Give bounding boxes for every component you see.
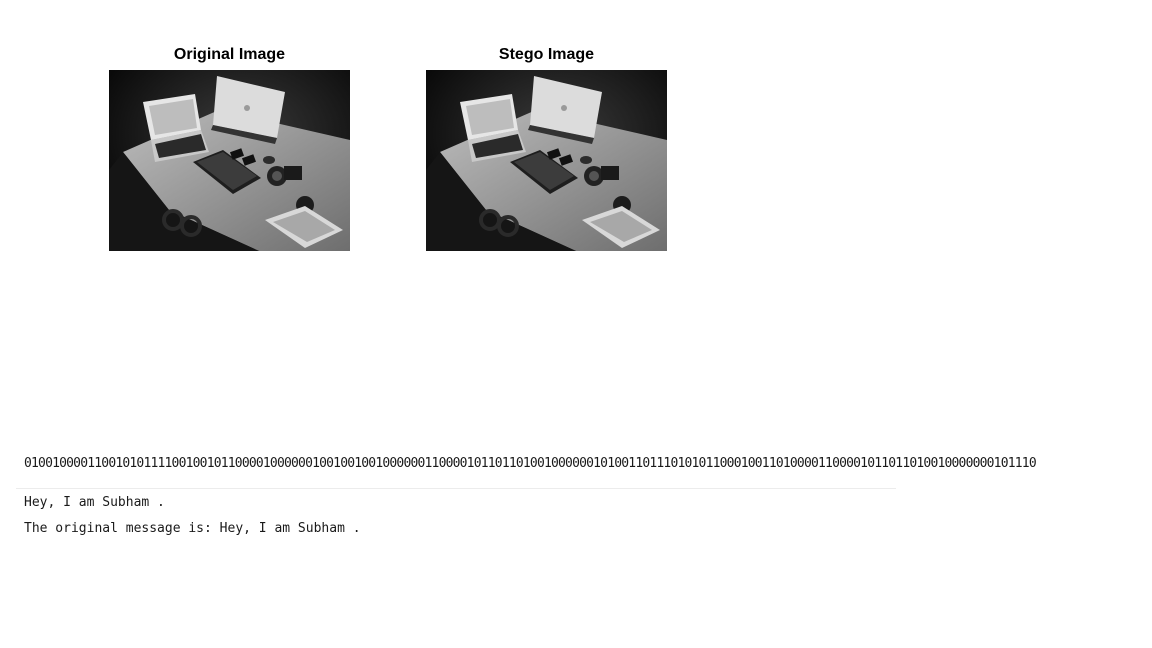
- original-message-line: The original message is: Hey, I am Subha…: [24, 521, 361, 536]
- console-output: 0100100001100101011110010010110000100000…: [0, 0, 1152, 648]
- output-divider: [16, 488, 896, 489]
- decoded-message-line: Hey, I am Subham .: [24, 495, 165, 510]
- binary-output-line: 0100100001100101011110010010110000100000…: [24, 456, 1037, 471]
